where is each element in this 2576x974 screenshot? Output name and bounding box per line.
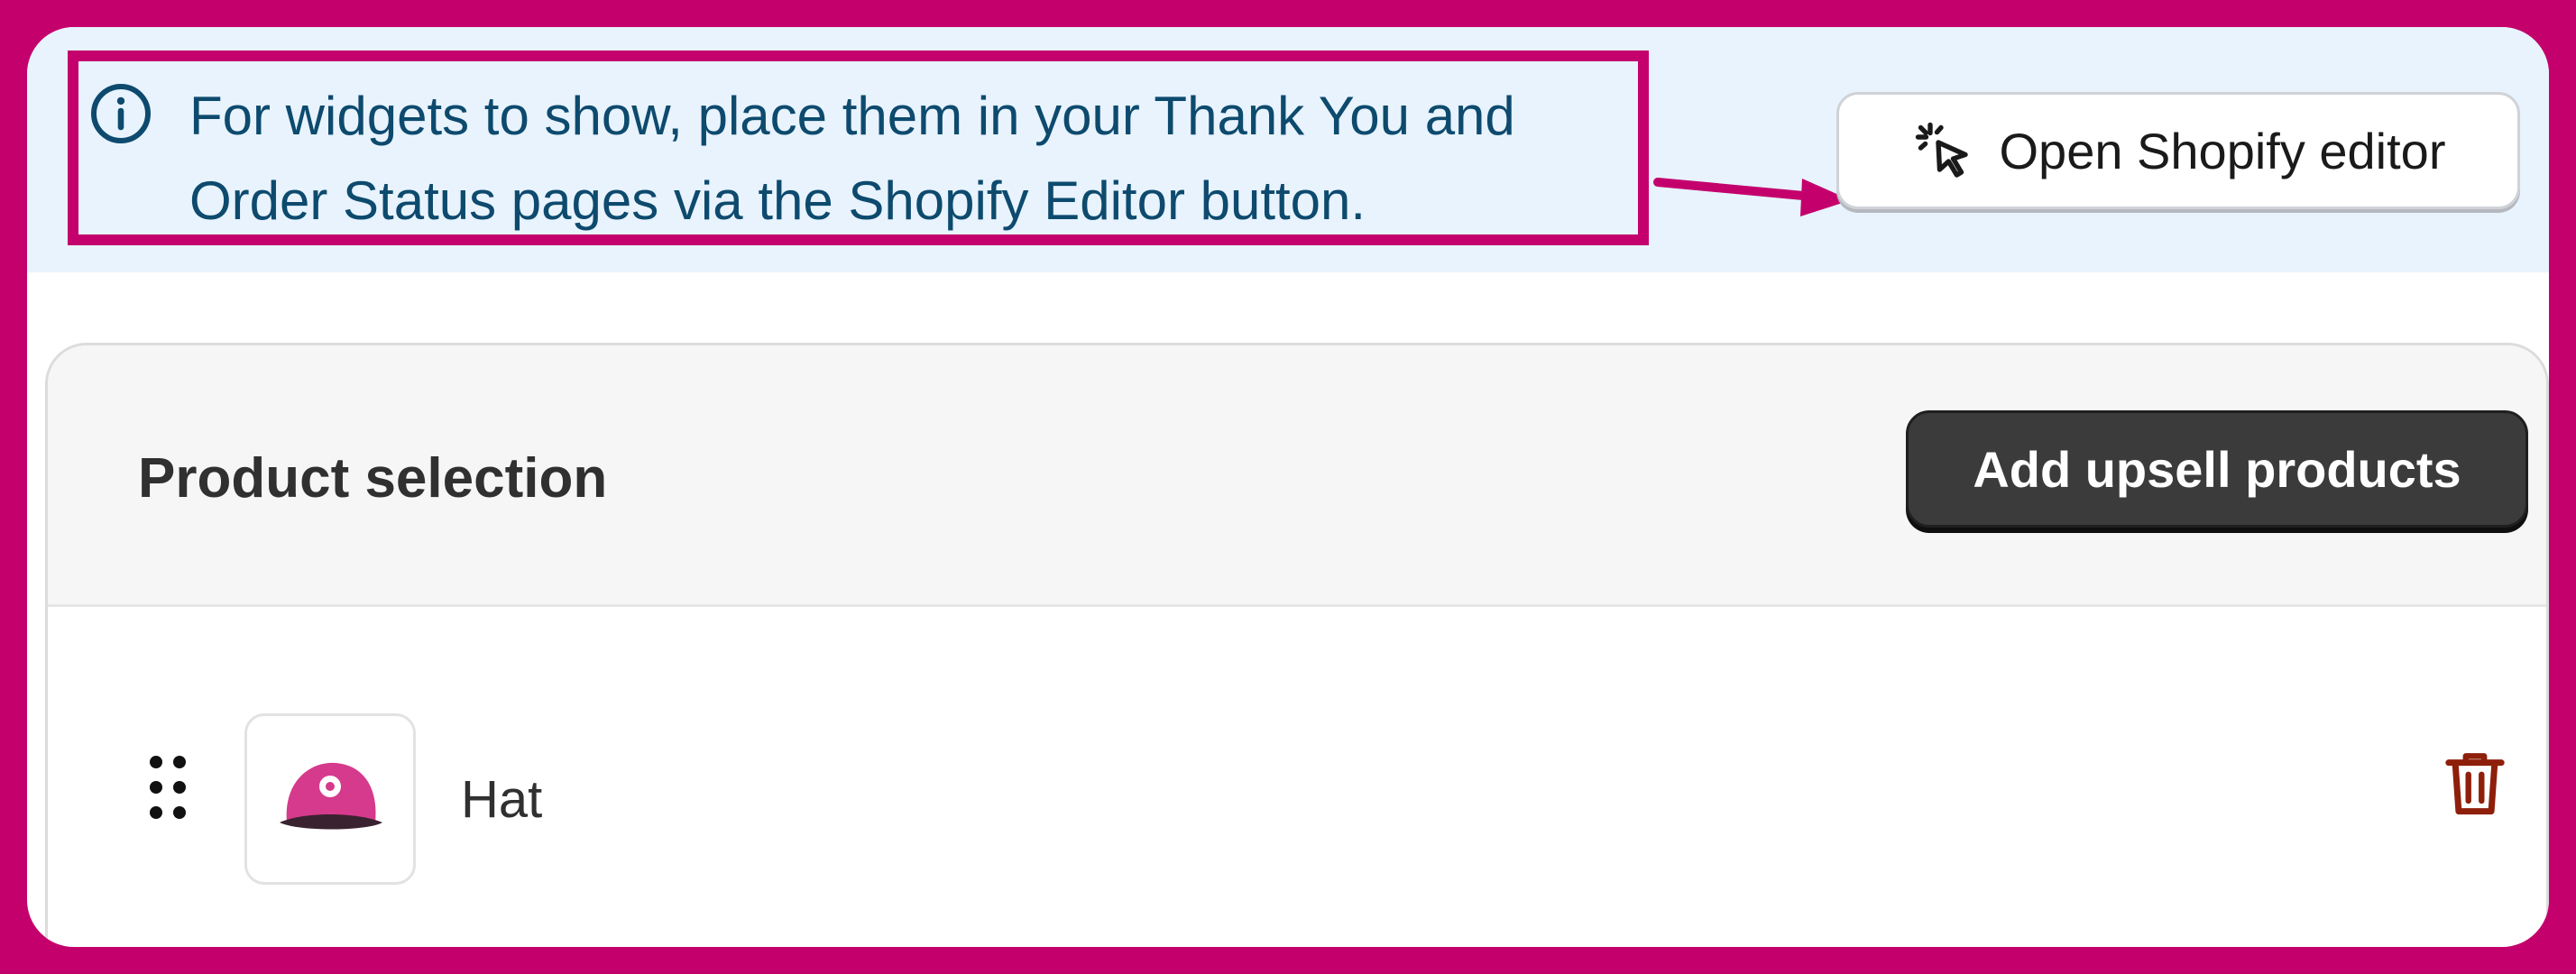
card-title: Product selection [138, 447, 608, 510]
info-banner: For widgets to show, place them in your … [27, 27, 2549, 272]
info-icon [91, 84, 151, 143]
product-name: Hat [461, 770, 543, 829]
trash-icon[interactable] [2443, 749, 2507, 818]
open-editor-label: Open Shopify editor [1999, 122, 2446, 179]
product-selection-card: Product selection Add upsell products Ha… [45, 343, 2549, 947]
open-shopify-editor-button[interactable]: Open Shopify editor [1836, 92, 2520, 209]
cursor-click-icon [1915, 122, 1968, 178]
banner-line-2: Order Status pages via the Shopify Edito… [189, 170, 1366, 231]
banner-line-1: For widgets to show, place them in your … [189, 86, 1515, 146]
add-upsell-products-button[interactable]: Add upsell products [1906, 410, 2528, 528]
card-header: Product selection Add upsell products [48, 345, 2546, 607]
drag-handle-icon[interactable] [145, 751, 190, 823]
app-frame: For widgets to show, place them in your … [27, 27, 2549, 947]
product-thumbnail [244, 713, 416, 885]
cap-icon [280, 762, 382, 830]
banner-message: For widgets to show, place them in your … [189, 74, 1651, 244]
